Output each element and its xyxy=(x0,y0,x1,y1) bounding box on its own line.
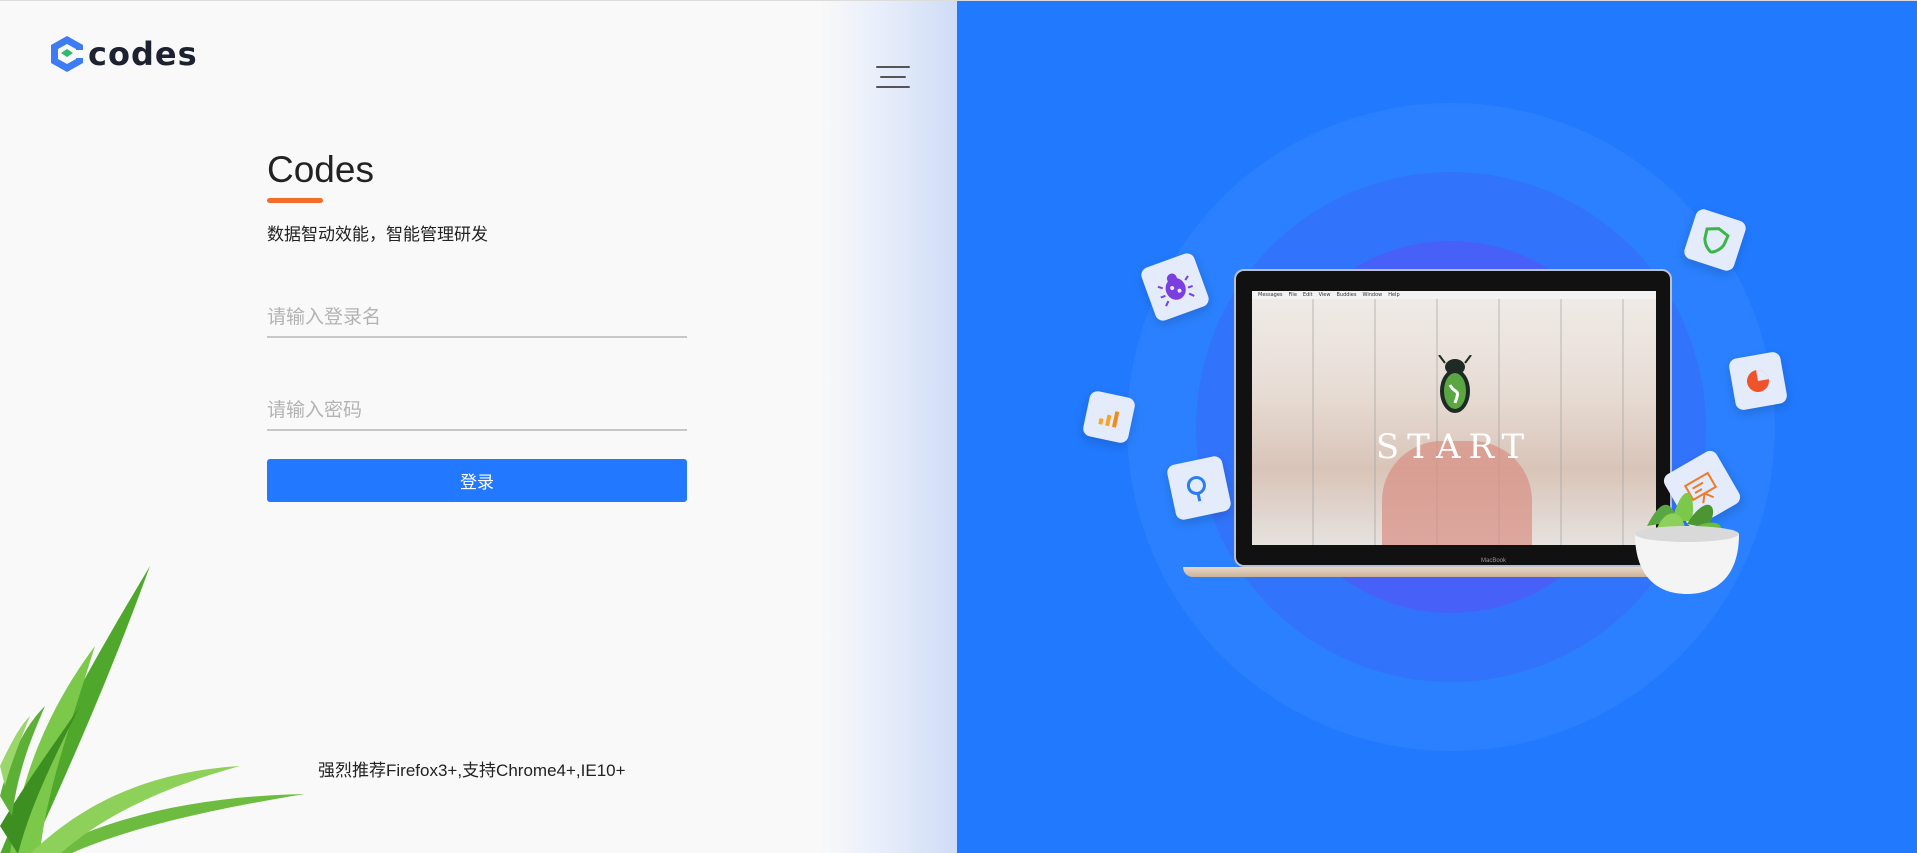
illustration-panel: Messages File Edit View Buddies Window H… xyxy=(957,1,1917,853)
login-panel: codes Codes 数据智动效能，智能管理研发 登录 强烈推荐Firefox… xyxy=(0,1,957,853)
plant-decoration-icon xyxy=(0,566,305,853)
laptop-illustration: Messages File Edit View Buddies Window H… xyxy=(1183,269,1729,589)
login-form: Codes 数据智动效能，智能管理研发 登录 xyxy=(267,149,687,502)
menu-icon[interactable] xyxy=(876,66,910,90)
username-field xyxy=(267,306,687,338)
start-text: START xyxy=(1375,427,1533,467)
slogan: 数据智动效能，智能管理研发 xyxy=(267,225,488,244)
login-button[interactable]: 登录 xyxy=(267,459,687,502)
pie-chart-icon xyxy=(1727,350,1789,412)
potted-plant-icon xyxy=(1635,492,1739,594)
password-input[interactable] xyxy=(267,399,687,429)
logo-text: codes xyxy=(88,35,198,73)
bar-chart-icon xyxy=(1081,389,1137,445)
screen-menubar: Messages File Edit View Buddies Window H… xyxy=(1252,291,1656,299)
password-field xyxy=(267,399,687,431)
logo-mark-icon xyxy=(51,36,84,72)
username-input[interactable] xyxy=(267,306,687,336)
beetle-mascot-icon xyxy=(1438,355,1472,413)
search-icon xyxy=(1165,454,1233,522)
laptop-label: MacBook xyxy=(1481,558,1507,564)
logo: codes xyxy=(50,35,198,73)
laptop-display: Messages File Edit View Buddies Window H… xyxy=(1252,291,1656,545)
title-underline xyxy=(267,198,323,203)
browser-recommendation: 强烈推荐Firefox3+,支持Chrome4+,IE10+ xyxy=(318,761,626,780)
brand-title: Codes xyxy=(267,149,374,190)
laptop-screen: Messages File Edit View Buddies Window H… xyxy=(1234,269,1672,567)
